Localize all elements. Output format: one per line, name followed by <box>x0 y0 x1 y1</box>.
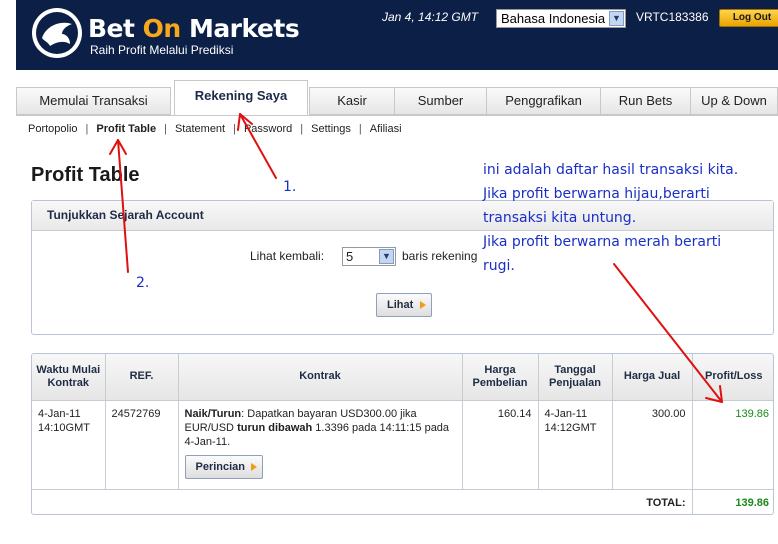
subnav-separator: | <box>85 123 89 135</box>
total-label: TOTAL: <box>32 489 693 514</box>
subnav-separator: | <box>300 123 304 135</box>
details-button-label: Perincian <box>195 460 246 473</box>
tabs-divider <box>16 115 778 116</box>
profit-table: Waktu Mulai Kontrak REF. Kontrak Harga P… <box>31 353 774 515</box>
note-line: transaksi kita untung. <box>483 210 637 226</box>
view-button[interactable]: Lihat <box>376 293 432 317</box>
lookback-suffix: baris rekening <box>402 249 478 263</box>
subnav-separator: | <box>358 123 362 135</box>
lookback-label: Lihat kembali: <box>250 249 325 263</box>
sell-time: 14:12GMT <box>544 421 597 434</box>
annotation-note: ini adalah daftar hasil transaksi kita. … <box>483 158 773 278</box>
account-id: VRTC183386 <box>636 10 709 24</box>
language-select[interactable]: Bahasa Indonesia ▼ <box>496 9 626 28</box>
sell-date: 4-Jan-11 <box>544 407 588 420</box>
play-arrow-icon <box>250 462 257 471</box>
note-line: Jika profit berwarna merah berarti <box>483 234 722 250</box>
brand-name-rest: Markets <box>180 14 300 43</box>
lookback-rows-select[interactable]: 5 ▼ <box>342 247 396 266</box>
tab-run-bets[interactable]: Run Bets <box>600 87 691 115</box>
contract-cell: Naik/Turun: Dapatkan bayaran USD300.00 j… <box>178 400 463 490</box>
view-button-label: Lihat <box>387 299 414 311</box>
sell-price-cell: 300.00 <box>612 400 693 490</box>
bull-logo-icon[interactable] <box>32 8 82 58</box>
sub-navigation: Portopolio | Profit Table | Statement | Passwo… <box>28 123 402 135</box>
table-header-row: Waktu Mulai Kontrak REF. Kontrak Harga P… <box>32 354 773 401</box>
arrow-head <box>109 139 127 155</box>
note-line: Jika profit berwarna hijau,berarti <box>483 186 710 202</box>
tab-kasir[interactable]: Kasir <box>309 87 395 115</box>
tab-sumber[interactable]: Sumber <box>394 87 487 115</box>
start-time-cell: 4-Jan-11 14:10GMT <box>32 400 106 490</box>
subnav-password[interactable]: Password <box>244 123 292 135</box>
page-title: Profit Table <box>31 164 140 186</box>
subnav-separator: | <box>164 123 167 135</box>
main-tabs: Memulai Transaksi Rekening Saya Kasir Su… <box>16 80 778 116</box>
annotation-label-2: 2. <box>136 275 150 291</box>
contract-description: Naik/Turun: Dapatkan bayaran USD300.00 j… <box>185 407 456 449</box>
table-row: 4-Jan-11 14:10GMT 24572769 Naik/Turun: D… <box>32 400 773 490</box>
subnav-portopolio[interactable]: Portopolio <box>28 123 78 135</box>
brand-name-accent: On <box>142 14 182 43</box>
column-header[interactable]: Waktu Mulai Kontrak <box>32 354 106 401</box>
profit-loss-cell: 139.86 <box>692 400 773 490</box>
start-date: 4-Jan-11 <box>38 407 81 420</box>
chevron-down-icon[interactable]: ▼ <box>379 249 394 264</box>
column-header[interactable]: Tanggal Penjualan <box>538 354 613 401</box>
lookback-rows-value: 5 <box>346 249 354 264</box>
buy-price-cell: 160.14 <box>462 400 539 490</box>
column-header[interactable]: Harga Pembelian <box>462 354 539 401</box>
tab-up-down[interactable]: Up & Down <box>690 87 778 115</box>
contract-direction: turun dibawah <box>237 421 313 434</box>
tab-memulai-transaksi[interactable]: Memulai Transaksi <box>16 87 171 115</box>
subnav-settings[interactable]: Settings <box>311 123 351 135</box>
start-time: 14:10GMT <box>38 421 90 434</box>
brand-name-main: Bet <box>88 14 143 43</box>
column-header[interactable]: Profit/Loss <box>692 354 773 401</box>
subnav-statement[interactable]: Statement <box>175 123 225 135</box>
annotation-label-1: 1. <box>283 179 297 195</box>
tab-rekening-saya[interactable]: Rekening Saya <box>174 80 308 116</box>
note-line: ini adalah daftar hasil transaksi kita. <box>483 162 739 178</box>
chevron-down-icon[interactable]: ▼ <box>609 11 624 26</box>
server-datetime: Jan 4, 14:12 GMT <box>382 10 479 24</box>
tab-penggrafikan[interactable]: Penggrafikan <box>486 87 601 115</box>
logout-button[interactable]: Log Out <box>719 9 778 27</box>
column-header[interactable]: Harga Jual <box>612 354 693 401</box>
sell-date-cell: 4-Jan-11 14:12GMT <box>538 400 613 490</box>
site-header: Bet On Markets Raih Profit Melalui Predi… <box>16 0 778 70</box>
total-value: 139.86 <box>735 496 769 509</box>
total-row: TOTAL: 139.86 <box>32 489 773 514</box>
column-header[interactable]: Kontrak <box>178 354 463 401</box>
details-button[interactable]: Perincian <box>184 454 263 479</box>
column-header[interactable]: REF. <box>105 354 179 401</box>
play-arrow-icon <box>420 301 426 309</box>
contract-type: Naik/Turun <box>184 407 242 420</box>
brand-name[interactable]: Bet On Markets <box>88 14 300 43</box>
ref-cell: 24572769 <box>105 400 179 490</box>
subnav-separator: | <box>233 123 236 135</box>
brand-tagline: Raih Profit Melalui Prediksi <box>90 43 234 57</box>
note-line: rugi. <box>483 258 515 274</box>
language-select-value: Bahasa Indonesia <box>501 11 606 26</box>
screenshot-root: Bet On Markets Raih Profit Melalui Predi… <box>0 0 778 544</box>
subnav-afiliasi[interactable]: Afiliasi <box>370 123 402 135</box>
subnav-profit-table[interactable]: Profit Table <box>96 123 156 135</box>
